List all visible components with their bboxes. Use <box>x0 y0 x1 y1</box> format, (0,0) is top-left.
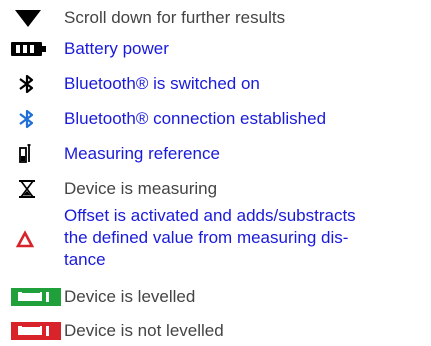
not-levelled-text: Device is not levelled <box>64 321 224 340</box>
offset-triangle-icon <box>15 230 35 248</box>
device-measuring-text: Device is measuring <box>64 179 218 198</box>
measuring-reference-icon <box>19 144 31 163</box>
legend-row-offset: Offset is activated and adds/substracts … <box>0 205 431 273</box>
bluetooth-on-text[interactable]: Bluetooth® is switched on <box>64 73 260 95</box>
legend-row-levelled: Device is levelled <box>0 285 431 309</box>
level-green-icon <box>11 288 61 306</box>
legend-row-device-measuring: Device is measuring <box>0 177 431 201</box>
triangle-down-icon <box>15 10 41 27</box>
scroll-down-text: Scroll down for further results <box>64 8 286 27</box>
offset-text-line-2: the defined value from measuring dis- <box>64 228 349 247</box>
legend-row-bluetooth-on: Bluetooth® is switched on <box>0 72 431 96</box>
battery-power-text[interactable]: Battery power <box>64 38 169 60</box>
offset-text[interactable]: Offset is activated and adds/substracts … <box>64 205 424 271</box>
legend-row-scroll-down: Scroll down for further results <box>0 6 431 30</box>
level-red-icon <box>11 322 61 340</box>
bluetooth-icon <box>19 74 34 94</box>
bluetooth-connected-text[interactable]: Bluetooth® connection established <box>64 108 326 130</box>
legend-row-not-levelled: Device is not levelled <box>0 319 431 343</box>
battery-icon <box>11 42 46 56</box>
legend-row-battery: Battery power <box>0 37 431 61</box>
hourglass-icon <box>19 180 35 198</box>
measuring-reference-text[interactable]: Measuring reference <box>64 143 220 165</box>
levelled-text: Device is levelled <box>64 287 196 306</box>
legend-row-bluetooth-connected: Bluetooth® connection established <box>0 107 431 131</box>
legend-row-measuring-reference: Measuring reference <box>0 142 431 166</box>
bluetooth-connected-icon <box>19 109 34 129</box>
offset-text-line-3: tance <box>64 250 106 269</box>
offset-text-line-1: Offset is activated and adds/substracts <box>64 206 356 225</box>
